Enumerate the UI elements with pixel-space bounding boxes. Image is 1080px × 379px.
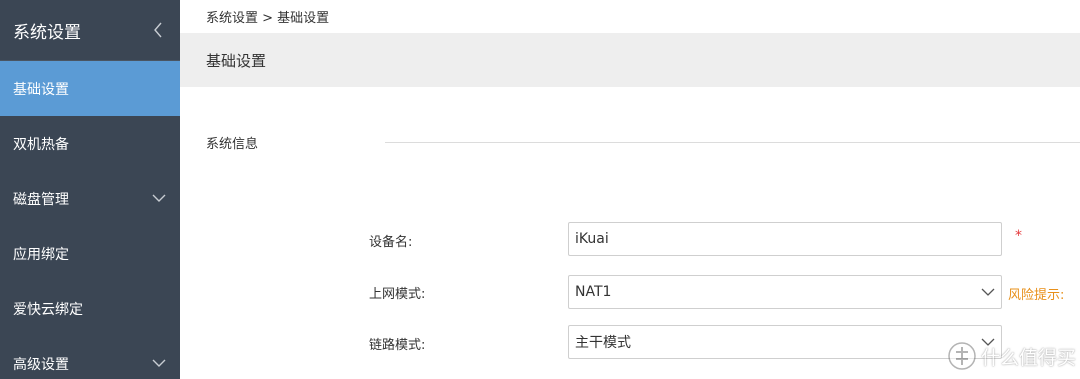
sidebar-header: 系统设置 <box>0 0 180 61</box>
sidebar-title: 系统设置 <box>13 22 81 43</box>
sidebar-item-ikuai-cloud-binding[interactable]: 爱快云绑定 <box>0 281 180 336</box>
link-mode-value: 主干模式 <box>575 335 631 351</box>
device-name-label: 设备名: <box>369 235 413 250</box>
watermark: 什么值得买 <box>947 341 1076 371</box>
sidebar-item-advanced-settings[interactable]: 高级设置 <box>0 336 180 379</box>
sidebar: 系统设置 基础设置 双机热备 磁盘管理 应用绑定 爱快云绑定 高级设置 <box>0 0 180 379</box>
main-content: 系统设置 > 基础设置 基础设置 系统信息 设备名: iKuai * 上网模式:… <box>180 0 1080 379</box>
risk-hint: 风险提示: <box>1008 288 1065 303</box>
device-name-value: iKuai <box>575 231 609 247</box>
link-mode-select[interactable]: 主干模式 <box>568 325 1002 359</box>
sidebar-item-label: 应用绑定 <box>13 246 69 263</box>
sidebar-item-label: 双机热备 <box>13 136 69 153</box>
sidebar-item-basic-settings[interactable]: 基础设置 <box>0 61 180 116</box>
chevron-left-icon[interactable] <box>152 20 164 40</box>
group-title: 系统信息 <box>206 137 259 152</box>
link-mode-label: 链路模式: <box>369 338 426 353</box>
breadcrumb: 系统设置 > 基础设置 <box>206 11 330 26</box>
watermark-logo-icon <box>948 342 976 370</box>
sidebar-item-dual-hot-standby[interactable]: 双机热备 <box>0 116 180 171</box>
device-name-input[interactable]: iKuai <box>568 222 1002 256</box>
network-mode-value: NAT1 <box>575 284 612 300</box>
sidebar-item-disk-management[interactable]: 磁盘管理 <box>0 171 180 226</box>
network-mode-select[interactable]: NAT1 <box>568 275 1002 309</box>
sidebar-item-label: 爱快云绑定 <box>13 301 83 318</box>
sidebar-item-app-binding[interactable]: 应用绑定 <box>0 226 180 281</box>
divider <box>385 142 1080 143</box>
chevron-down-icon <box>152 359 166 367</box>
network-mode-label: 上网模式: <box>369 287 426 302</box>
sidebar-item-label: 磁盘管理 <box>13 191 69 208</box>
required-mark: * <box>1015 228 1022 244</box>
sidebar-item-label: 基础设置 <box>13 81 69 98</box>
chevron-down-icon <box>981 288 995 296</box>
section-header: 基础设置 <box>180 33 1080 87</box>
chevron-down-icon <box>152 194 166 202</box>
sidebar-item-label: 高级设置 <box>13 356 69 373</box>
section-title: 基础设置 <box>206 51 267 70</box>
watermark-text: 什么值得买 <box>980 346 1076 369</box>
